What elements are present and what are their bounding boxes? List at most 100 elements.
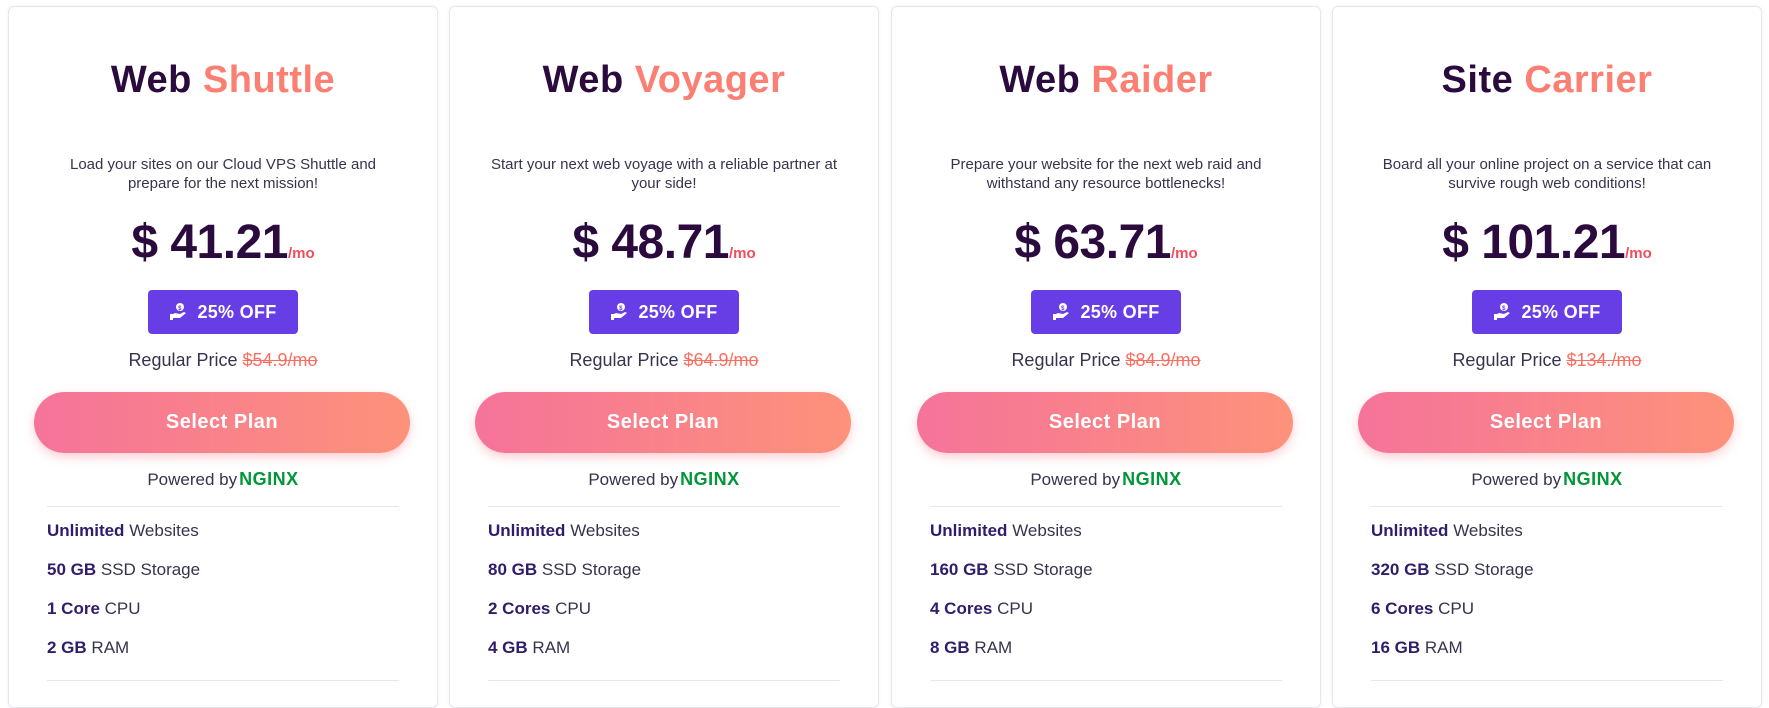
regular-price: Regular Price $84.9/mo (892, 350, 1320, 371)
feature-item: Unlimited Websites (1371, 521, 1723, 560)
discount-badge: $ 25% OFF (1472, 290, 1622, 334)
plan-title: Site Carrier (1333, 59, 1761, 102)
powered-by: Powered by NGINX (9, 469, 437, 490)
plan-description: Load your sites on our Cloud VPS Shuttle… (69, 156, 377, 192)
feature-item: 4 GB RAM (488, 638, 840, 677)
plan-price: $ 48.71/mo (450, 215, 878, 270)
feature-list: Unlimited Websites 80 GB SSD Storage 2 C… (488, 521, 840, 677)
select-plan-button[interactable]: Select Plan (917, 392, 1293, 453)
plan-title: Web Raider (892, 59, 1320, 102)
plan-title-first: Web (110, 59, 192, 101)
hand-coin-icon: $ (170, 303, 187, 320)
plan-title-accent: Voyager (634, 59, 786, 101)
plan-title-first: Site (1441, 59, 1514, 101)
price-amount: $ 63.71 (1014, 216, 1171, 269)
plan-card-site-carrier: Site Carrier Board all your online proje… (1332, 6, 1762, 708)
price-amount: $ 101.21 (1442, 216, 1626, 269)
divider (930, 680, 1282, 681)
divider (1371, 680, 1723, 681)
regular-price-value: $64.9/mo (683, 350, 759, 370)
select-plan-button[interactable]: Select Plan (34, 392, 410, 453)
nginx-logo: NGINX (1122, 469, 1182, 489)
price-period: /mo (728, 245, 756, 262)
price-period: /mo (1170, 245, 1198, 262)
feature-strong: 8 GB (930, 638, 970, 657)
feature-text: RAM (974, 638, 1013, 657)
feature-item: 4 Cores CPU (930, 599, 1282, 638)
discount-label: 25% OFF (1080, 301, 1160, 322)
feature-strong: 6 Cores (1371, 599, 1434, 618)
feature-text: CPU (1438, 599, 1475, 618)
feature-strong: 16 GB (1371, 638, 1421, 657)
feature-item: Unlimited Websites (488, 521, 840, 560)
plan-title: Web Shuttle (9, 59, 437, 102)
feature-text: CPU (104, 599, 141, 618)
plan-title-accent: Shuttle (202, 59, 336, 101)
feature-strong: 1 Core (47, 599, 100, 618)
plan-title-accent: Carrier (1524, 59, 1653, 101)
regular-price-label: Regular Price (569, 350, 679, 370)
regular-price-label: Regular Price (1452, 350, 1562, 370)
select-plan-button[interactable]: Select Plan (1358, 392, 1734, 453)
pricing-grid: Web Shuttle Load your sites on our Cloud… (0, 0, 1769, 708)
feature-item: 2 Cores CPU (488, 599, 840, 638)
hand-coin-icon: $ (1053, 303, 1070, 320)
feature-text: Websites (1453, 521, 1523, 540)
feature-item: 8 GB RAM (930, 638, 1282, 677)
feature-text: SSD Storage (541, 560, 642, 579)
feature-text: SSD Storage (993, 560, 1093, 579)
feature-strong: Unlimited (1371, 521, 1449, 540)
divider (930, 506, 1282, 507)
powered-by: Powered by NGINX (892, 469, 1320, 490)
discount-badge: $ 25% OFF (1031, 290, 1181, 334)
select-plan-button[interactable]: Select Plan (475, 392, 851, 453)
feature-strong: 2 Cores (488, 599, 551, 618)
plan-price: $ 63.71/mo (892, 215, 1320, 270)
svg-text:$: $ (1062, 306, 1066, 312)
regular-price: Regular Price $64.9/mo (450, 350, 878, 371)
divider (1371, 506, 1723, 507)
feature-strong: 4 GB (488, 638, 528, 657)
plan-description: Board all your online project on a servi… (1382, 156, 1712, 192)
plan-card-web-shuttle: Web Shuttle Load your sites on our Cloud… (8, 6, 438, 708)
regular-price-value: $84.9/mo (1125, 350, 1201, 370)
feature-item: Unlimited Websites (47, 521, 399, 560)
feature-strong: 320 GB (1371, 560, 1430, 579)
powered-by-label: Powered by (588, 470, 679, 489)
feature-list: Unlimited Websites 320 GB SSD Storage 6 … (1371, 521, 1723, 677)
plan-price: $ 101.21/mo (1333, 215, 1761, 270)
nginx-logo: NGINX (680, 469, 740, 489)
feature-strong: 50 GB (47, 560, 97, 579)
feature-item: 2 GB RAM (47, 638, 399, 677)
plan-title-accent: Raider (1091, 59, 1213, 101)
feature-item: 50 GB SSD Storage (47, 560, 399, 599)
powered-by-label: Powered by (1471, 470, 1562, 489)
discount-label: 25% OFF (197, 301, 277, 322)
plan-title: Web Voyager (450, 59, 878, 102)
feature-item: 6 Cores CPU (1371, 599, 1723, 638)
feature-item: 320 GB SSD Storage (1371, 560, 1723, 599)
divider (488, 680, 840, 681)
feature-item: 80 GB SSD Storage (488, 560, 840, 599)
divider (488, 506, 840, 507)
powered-by: Powered by NGINX (450, 469, 878, 490)
powered-by: Powered by NGINX (1333, 469, 1761, 490)
regular-price-label: Regular Price (128, 350, 238, 370)
svg-text:$: $ (620, 306, 624, 312)
plan-title-first: Web (999, 59, 1081, 101)
powered-by-label: Powered by (1030, 470, 1121, 489)
hand-coin-icon: $ (611, 303, 628, 320)
feature-strong: Unlimited (930, 521, 1008, 540)
feature-text: CPU (555, 599, 592, 618)
nginx-logo: NGINX (1563, 469, 1623, 489)
powered-by-label: Powered by (147, 470, 238, 489)
feature-strong: Unlimited (488, 521, 566, 540)
price-period: /mo (1625, 245, 1652, 262)
regular-price-label: Regular Price (1011, 350, 1121, 370)
regular-price-value: $54.9/mo (242, 350, 318, 370)
feature-text: RAM (91, 638, 130, 657)
feature-strong: 4 Cores (930, 599, 993, 618)
divider (47, 680, 399, 681)
plan-title-first: Web (542, 59, 624, 101)
svg-text:$: $ (1503, 306, 1507, 312)
